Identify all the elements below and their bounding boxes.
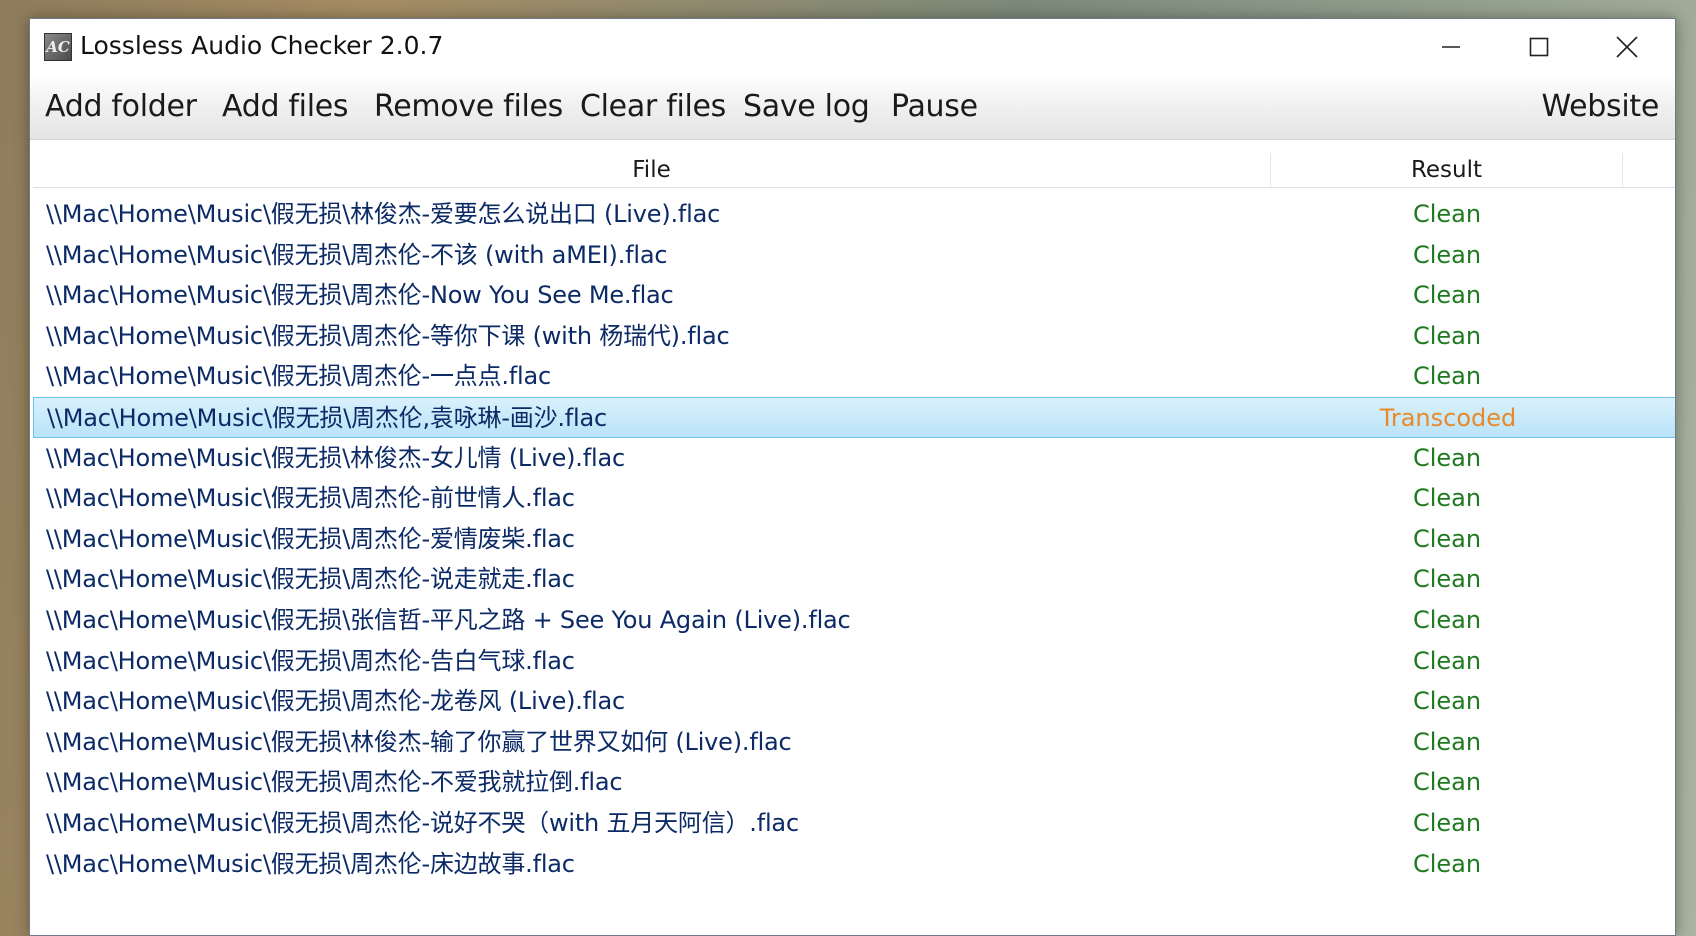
app-window: AC Lossless Audio Checker 2.0.7 Add fold… <box>29 18 1676 936</box>
result-cell: Clean <box>1412 281 1482 310</box>
file-path-cell: \\Mac\Home\Music\假无损\周杰伦-不爱我就拉倒.flac <box>46 768 623 797</box>
title-bar[interactable]: AC Lossless Audio Checker 2.0.7 <box>30 19 1675 75</box>
pause-menu-item[interactable]: Pause <box>891 89 978 124</box>
table-row[interactable]: \\Mac\Home\Music\假无损\周杰伦-不该 (with aMEI).… <box>33 235 1675 276</box>
maximize-icon <box>1529 37 1549 57</box>
file-path-cell: \\Mac\Home\Music\假无损\周杰伦,袁咏琳-画沙.flac <box>47 403 608 432</box>
table-row[interactable]: \\Mac\Home\Music\假无损\林俊杰-爱要怎么说出口 (Live).… <box>33 194 1675 235</box>
table-row[interactable]: \\Mac\Home\Music\假无损\周杰伦-等你下课 (with 杨瑞代)… <box>33 316 1675 357</box>
table-row[interactable]: \\Mac\Home\Music\假无损\周杰伦,袁咏琳-画沙.flac Tran… <box>33 396 1675 438</box>
file-path-cell: \\Mac\Home\Music\假无损\周杰伦-爱情废柴.flac <box>46 524 575 553</box>
minimize-icon <box>1442 46 1460 48</box>
file-path-cell: \\Mac\Home\Music\假无损\周杰伦-床边故事.flac <box>46 849 575 878</box>
app-logo-icon: AC <box>44 33 72 61</box>
minimize-button[interactable] <box>1407 19 1495 75</box>
result-cell: Clean <box>1412 808 1482 837</box>
file-path-cell: \\Mac\Home\Music\假无损\周杰伦-龙卷风 (Live).flac <box>46 687 625 716</box>
table-row[interactable]: \\Mac\Home\Music\假无损\周杰伦-告白气球.flac Clean <box>33 641 1675 682</box>
result-cell: Clean <box>1412 687 1482 716</box>
clear-files-menu-item[interactable]: Clear files <box>580 89 726 124</box>
file-rows: \\Mac\Home\Music\假无损\林俊杰-爱要怎么说出口 (Live).… <box>33 194 1675 885</box>
file-path-cell: \\Mac\Home\Music\假无损\周杰伦-前世情人.flac <box>46 484 575 513</box>
file-path-cell: \\Mac\Home\Music\假无损\周杰伦-等你下课 (with 杨瑞代)… <box>46 321 730 350</box>
save-log-menu-item[interactable]: Save log <box>743 89 870 124</box>
table-row[interactable]: \\Mac\Home\Music\假无损\周杰伦-前世情人.flac Clean <box>33 478 1675 519</box>
result-cell: Clean <box>1412 646 1482 675</box>
result-cell: Clean <box>1412 240 1482 269</box>
file-path-cell: \\Mac\Home\Music\假无损\周杰伦-告白气球.flac <box>46 646 575 675</box>
add-folder-menu-item[interactable]: Add folder <box>45 89 197 124</box>
file-list[interactable]: File Result \\Mac\Home\Music\假无损\林俊杰-爱要怎… <box>33 140 1675 935</box>
result-cell: Clean <box>1412 321 1482 350</box>
result-cell: Clean <box>1412 605 1482 634</box>
column-header-result[interactable]: Result <box>1271 153 1623 187</box>
menu-bar: Add folder Add files Remove files Clear … <box>30 75 1675 140</box>
file-path-cell: \\Mac\Home\Music\假无损\林俊杰-女儿情 (Live).flac <box>46 443 625 472</box>
file-path-cell: \\Mac\Home\Music\假无损\周杰伦-不该 (with aMEI).… <box>46 240 668 269</box>
remove-files-menu-item[interactable]: Remove files <box>374 89 563 124</box>
file-path-cell: \\Mac\Home\Music\假无损\周杰伦-说走就走.flac <box>46 565 575 594</box>
column-header-file[interactable]: File <box>33 153 1271 187</box>
file-path-cell: \\Mac\Home\Music\假无损\林俊杰-输了你赢了世界又如何 (Liv… <box>46 727 792 756</box>
result-cell: Transcoded <box>1379 403 1517 432</box>
column-header-filler <box>1623 153 1675 187</box>
table-row[interactable]: \\Mac\Home\Music\假无损\周杰伦-一点点.flac Clean <box>33 356 1675 397</box>
result-cell: Clean <box>1412 849 1482 878</box>
close-button[interactable] <box>1583 19 1671 75</box>
table-row[interactable]: \\Mac\Home\Music\假无损\周杰伦-Now You See Me.… <box>33 275 1675 316</box>
file-path-cell: \\Mac\Home\Music\假无损\周杰伦-Now You See Me.… <box>46 281 674 310</box>
table-row[interactable]: \\Mac\Home\Music\假无损\周杰伦-说好不哭（with 五月天阿信… <box>33 803 1675 844</box>
result-cell: Clean <box>1412 362 1482 391</box>
table-row[interactable]: \\Mac\Home\Music\假无损\林俊杰-女儿情 (Live).flac… <box>33 438 1675 479</box>
file-path-cell: \\Mac\Home\Music\假无损\林俊杰-爱要怎么说出口 (Live).… <box>46 200 721 228</box>
add-files-menu-item[interactable]: Add files <box>222 89 349 124</box>
table-row[interactable]: \\Mac\Home\Music\假无损\周杰伦-不爱我就拉倒.flac Clea… <box>33 762 1675 803</box>
close-icon <box>1616 36 1638 58</box>
window-title: Lossless Audio Checker 2.0.7 <box>80 31 444 60</box>
website-menu-item[interactable]: Website <box>1542 89 1660 124</box>
table-row[interactable]: \\Mac\Home\Music\假无损\周杰伦-说走就走.flac Clean <box>33 559 1675 600</box>
table-row[interactable]: \\Mac\Home\Music\假无损\周杰伦-床边故事.flac Clean <box>33 844 1675 885</box>
result-cell: Clean <box>1412 524 1482 553</box>
table-row[interactable]: \\Mac\Home\Music\假无损\林俊杰-输了你赢了世界又如何 (Liv… <box>33 722 1675 763</box>
result-cell: Clean <box>1412 443 1482 472</box>
list-header: File Result <box>33 153 1675 188</box>
table-row[interactable]: \\Mac\Home\Music\假无损\张信哲-平凡之路 + See You … <box>33 600 1675 641</box>
result-cell: Clean <box>1412 200 1482 228</box>
result-cell: Clean <box>1412 727 1482 756</box>
file-path-cell: \\Mac\Home\Music\假无损\周杰伦-一点点.flac <box>46 362 551 391</box>
table-row[interactable]: \\Mac\Home\Music\假无损\周杰伦-龙卷风 (Live).flac… <box>33 681 1675 722</box>
maximize-button[interactable] <box>1495 19 1583 75</box>
result-cell: Clean <box>1412 768 1482 797</box>
file-path-cell: \\Mac\Home\Music\假无损\张信哲-平凡之路 + See You … <box>46 605 851 634</box>
result-cell: Clean <box>1412 565 1482 594</box>
result-cell: Clean <box>1412 484 1482 513</box>
table-row[interactable]: \\Mac\Home\Music\假无损\周杰伦-爱情废柴.flac Clean <box>33 519 1675 560</box>
file-path-cell: \\Mac\Home\Music\假无损\周杰伦-说好不哭（with 五月天阿信… <box>46 808 799 837</box>
